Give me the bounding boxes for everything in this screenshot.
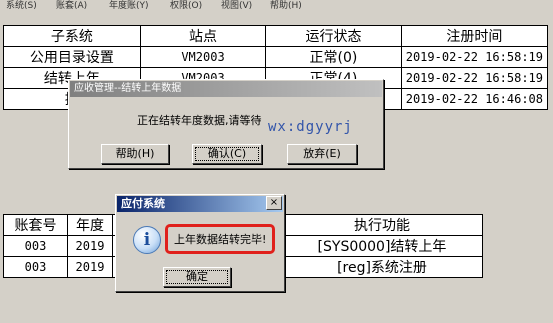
menu-view[interactable]: 视图(V)	[221, 0, 252, 12]
cell-register-time: 2019-02-22 16:46:08	[400, 88, 549, 110]
dialog-message: 上年数据结转完毕!	[174, 233, 267, 246]
menu-system[interactable]: 系统(S)	[6, 0, 37, 12]
cell-site: VM2003	[139, 46, 267, 68]
help-button[interactable]: 帮助(H)	[101, 144, 169, 164]
header-site: 站点	[139, 25, 267, 47]
header-function: 执行功能	[281, 214, 483, 236]
table-row[interactable]: 公用目录设置 VM2003 正常(0) 2019-02-22 16:58:19	[3, 46, 549, 68]
ok-button[interactable]: 确定	[163, 267, 231, 287]
watermark-text: wx:dgyyrj	[268, 119, 353, 135]
cell-year: 2019	[67, 256, 113, 278]
cell-function: [SYS0000]结转上年	[281, 235, 483, 257]
header-subsystem: 子系统	[3, 25, 141, 47]
dialog-message: 正在结转年度数据,请等待	[137, 114, 262, 127]
table-header-row: 子系统 站点 运行状态 注册时间	[3, 25, 549, 47]
cell-register-time: 2019-02-22 16:58:19	[400, 46, 549, 68]
dialog-title: 应付系统	[117, 196, 283, 212]
header-status: 运行状态	[265, 25, 402, 47]
abort-button[interactable]: 放弃(E)	[287, 144, 357, 164]
menu-bar: 系统(S) 账套(A) 年度账(Y) 权限(O) 视图(V) 帮助(H)	[0, 0, 553, 12]
cell-year: 2019	[67, 235, 113, 257]
confirm-button[interactable]: 确认(C)	[192, 144, 262, 164]
header-year: 年度	[67, 214, 113, 236]
cell-account-no: 003	[3, 256, 68, 278]
cell-account-no: 003	[3, 235, 68, 257]
cell-subsystem: 公用目录设置	[3, 46, 141, 68]
cell-register-time: 2019-02-22 16:58:19	[400, 67, 549, 89]
header-register-time: 注册时间	[400, 25, 549, 47]
header-account-no: 账套号	[3, 214, 68, 236]
menu-year-account[interactable]: 年度账(Y)	[109, 0, 149, 12]
dialog-title: 应收管理--结转上年数据	[70, 81, 382, 97]
menu-permission[interactable]: 权限(O)	[170, 0, 202, 12]
cell-status: 正常(0)	[265, 46, 402, 68]
menu-help[interactable]: 帮助(H)	[270, 0, 302, 12]
cell-function: [reg]系统注册	[281, 256, 483, 278]
info-icon: i	[133, 226, 161, 254]
close-icon[interactable]: ×	[266, 196, 282, 210]
payables-complete-dialog: 应付系统 × i 上年数据结转完毕! 确定	[115, 194, 285, 292]
menu-account[interactable]: 账套(A)	[56, 0, 87, 12]
